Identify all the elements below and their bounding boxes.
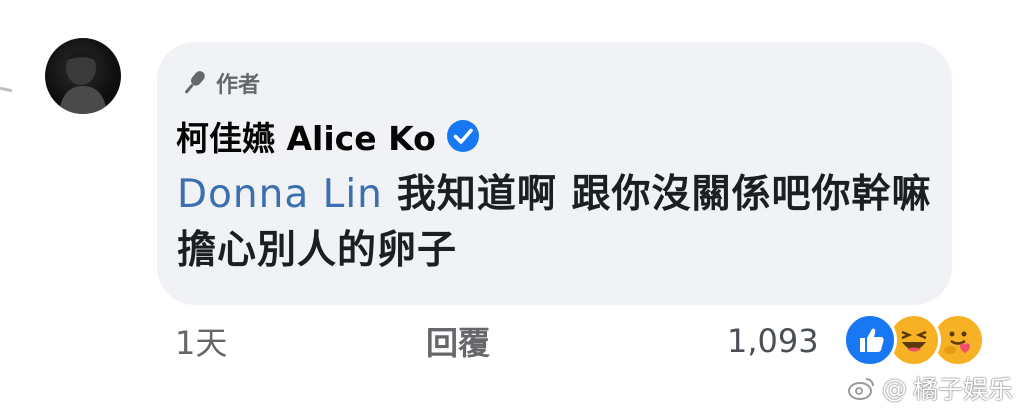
microphone-icon [185, 71, 205, 94]
reaction-count[interactable]: 1,093 [727, 318, 819, 364]
watermark-text: 橘子娱乐 [913, 375, 1014, 404]
reply-button[interactable]: 回覆 [426, 318, 490, 364]
weibo-icon [848, 378, 874, 400]
author-badge-label: 作者 [216, 73, 261, 98]
mention-link[interactable]: Donna Lin [177, 172, 383, 217]
watermark: @ 橘子娱乐 [846, 370, 1013, 406]
author-name[interactable]: 柯佳嬿 Alice Ko [176, 112, 436, 160]
edge-mark [0, 86, 13, 93]
watermark-symbol: @ [882, 373, 907, 403]
comment-body: Donna Lin 我知道啊 跟你沒關係吧你幹嘛擔心別人的卵子 [177, 167, 937, 279]
verified-check-icon [446, 120, 479, 152]
author-badge: 作者 [178, 66, 260, 100]
author-name-row[interactable]: 柯佳嬿 Alice Ko [176, 112, 480, 160]
avatar[interactable] [45, 38, 121, 114]
comment-time[interactable]: 1天 [175, 318, 227, 364]
like-reaction-icon [843, 313, 897, 367]
reaction-icons[interactable] [843, 313, 993, 369]
avatar-silhouette-icon [59, 50, 107, 114]
